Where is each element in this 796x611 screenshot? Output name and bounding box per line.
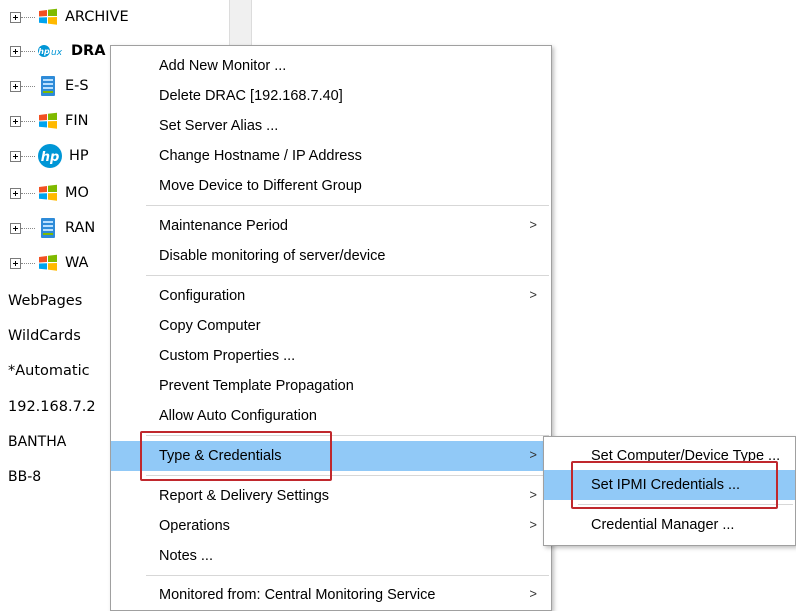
tree-node-e-s[interactable]: E-S: [10, 71, 89, 101]
menu-item-custom-properties[interactable]: Custom Properties ...: [111, 341, 551, 371]
menu-item-type-credentials[interactable]: Type & Credentials >: [111, 441, 551, 471]
expand-icon[interactable]: [10, 150, 21, 162]
hp-logo-icon: hp: [37, 144, 63, 168]
tree-node-mo[interactable]: MO: [10, 178, 89, 208]
chevron-right-icon: >: [529, 217, 537, 232]
tree-item-bb8[interactable]: BB-8: [8, 462, 41, 492]
server-tower-icon: [37, 217, 59, 239]
tree-node-label: HP: [69, 148, 89, 164]
tree-node-ran[interactable]: RAN: [10, 213, 95, 243]
menu-item-notes[interactable]: Notes ...: [111, 541, 551, 571]
chevron-right-icon: >: [529, 586, 537, 601]
menu-item-configuration[interactable]: Configuration >: [111, 281, 551, 311]
menu-item-change-hostname[interactable]: Change Hostname / IP Address: [111, 141, 551, 171]
tree-node-label: FIN: [65, 113, 89, 129]
tree-item-wildcards[interactable]: WildCards: [8, 321, 81, 351]
expand-icon[interactable]: [10, 187, 21, 199]
tree-node-drac[interactable]: hp ux DRA: [10, 36, 105, 66]
menu-separator: [146, 275, 549, 276]
menu-separator: [146, 205, 549, 206]
menu-item-move-device[interactable]: Move Device to Different Group: [111, 171, 551, 201]
expand-icon[interactable]: [10, 11, 21, 23]
svg-text:hp: hp: [41, 150, 60, 165]
menu-item-copy-computer[interactable]: Copy Computer: [111, 311, 551, 341]
tree-node-label: MO: [65, 185, 89, 201]
server-tower-icon: [37, 75, 59, 97]
hp-ux-icon: hp ux: [37, 40, 67, 62]
windows-flag-icon: [37, 182, 59, 204]
expand-icon[interactable]: [10, 115, 21, 127]
menu-item-maintenance-period[interactable]: Maintenance Period >: [111, 211, 551, 241]
tree-item-ip[interactable]: 192.168.7.2: [8, 392, 96, 422]
tree-node-archive[interactable]: ARCHIVE: [10, 2, 129, 32]
type-credentials-submenu: Set Computer/Device Type ... Set IPMI Cr…: [543, 436, 796, 546]
tree-item-bantha[interactable]: BANTHA: [8, 427, 66, 457]
menu-item-delete-drac[interactable]: Delete DRAC [192.168.7.40]: [111, 81, 551, 111]
tree-node-label: DRA: [71, 43, 106, 59]
menu-item-prevent-template[interactable]: Prevent Template Propagation: [111, 371, 551, 401]
windows-flag-icon: [37, 6, 59, 28]
menu-separator: [578, 504, 793, 505]
menu-separator: [146, 575, 549, 576]
windows-flag-icon: [37, 252, 59, 274]
tree-node-wa[interactable]: WA: [10, 248, 88, 278]
tree-node-hp[interactable]: hp HP: [10, 141, 89, 171]
tree-node-label: E-S: [65, 78, 89, 94]
menu-item-disable-monitoring[interactable]: Disable monitoring of server/device: [111, 241, 551, 271]
tree-scrollbar[interactable]: [229, 0, 252, 48]
tree-node-label: WA: [65, 255, 89, 271]
submenu-item-set-device-type[interactable]: Set Computer/Device Type ...: [544, 441, 795, 471]
expand-icon[interactable]: [10, 257, 21, 269]
menu-item-monitored-from[interactable]: Monitored from: Central Monitoring Servi…: [111, 580, 551, 610]
menu-item-add-new-monitor[interactable]: Add New Monitor ...: [111, 51, 551, 81]
expand-icon[interactable]: [10, 222, 21, 234]
svg-text:hp: hp: [38, 47, 50, 56]
tree-item-automatic[interactable]: *Automatic: [8, 356, 90, 386]
menu-separator: [146, 435, 549, 436]
chevron-right-icon: >: [529, 517, 537, 532]
windows-flag-icon: [37, 110, 59, 132]
menu-item-operations[interactable]: Operations >: [111, 511, 551, 541]
menu-item-allow-auto-config[interactable]: Allow Auto Configuration: [111, 401, 551, 431]
chevron-right-icon: >: [529, 287, 537, 302]
expand-icon[interactable]: [10, 80, 21, 92]
menu-item-set-server-alias[interactable]: Set Server Alias ...: [111, 111, 551, 141]
submenu-item-credential-manager[interactable]: Credential Manager ...: [544, 510, 795, 540]
tree-node-label: ARCHIVE: [65, 9, 129, 25]
expand-icon[interactable]: [10, 45, 21, 57]
tree-item-webpages[interactable]: WebPages: [8, 286, 82, 316]
submenu-item-set-ipmi-credentials[interactable]: Set IPMI Credentials ...: [544, 470, 795, 500]
chevron-right-icon: >: [529, 487, 537, 502]
chevron-right-icon: >: [529, 447, 537, 462]
tree-node-label: RAN: [65, 220, 96, 236]
menu-separator: [146, 475, 549, 476]
tree-node-fin[interactable]: FIN: [10, 106, 88, 136]
menu-item-report-delivery[interactable]: Report & Delivery Settings >: [111, 481, 551, 511]
context-menu: Add New Monitor ... Delete DRAC [192.168…: [110, 45, 552, 611]
svg-text:ux: ux: [51, 48, 63, 58]
